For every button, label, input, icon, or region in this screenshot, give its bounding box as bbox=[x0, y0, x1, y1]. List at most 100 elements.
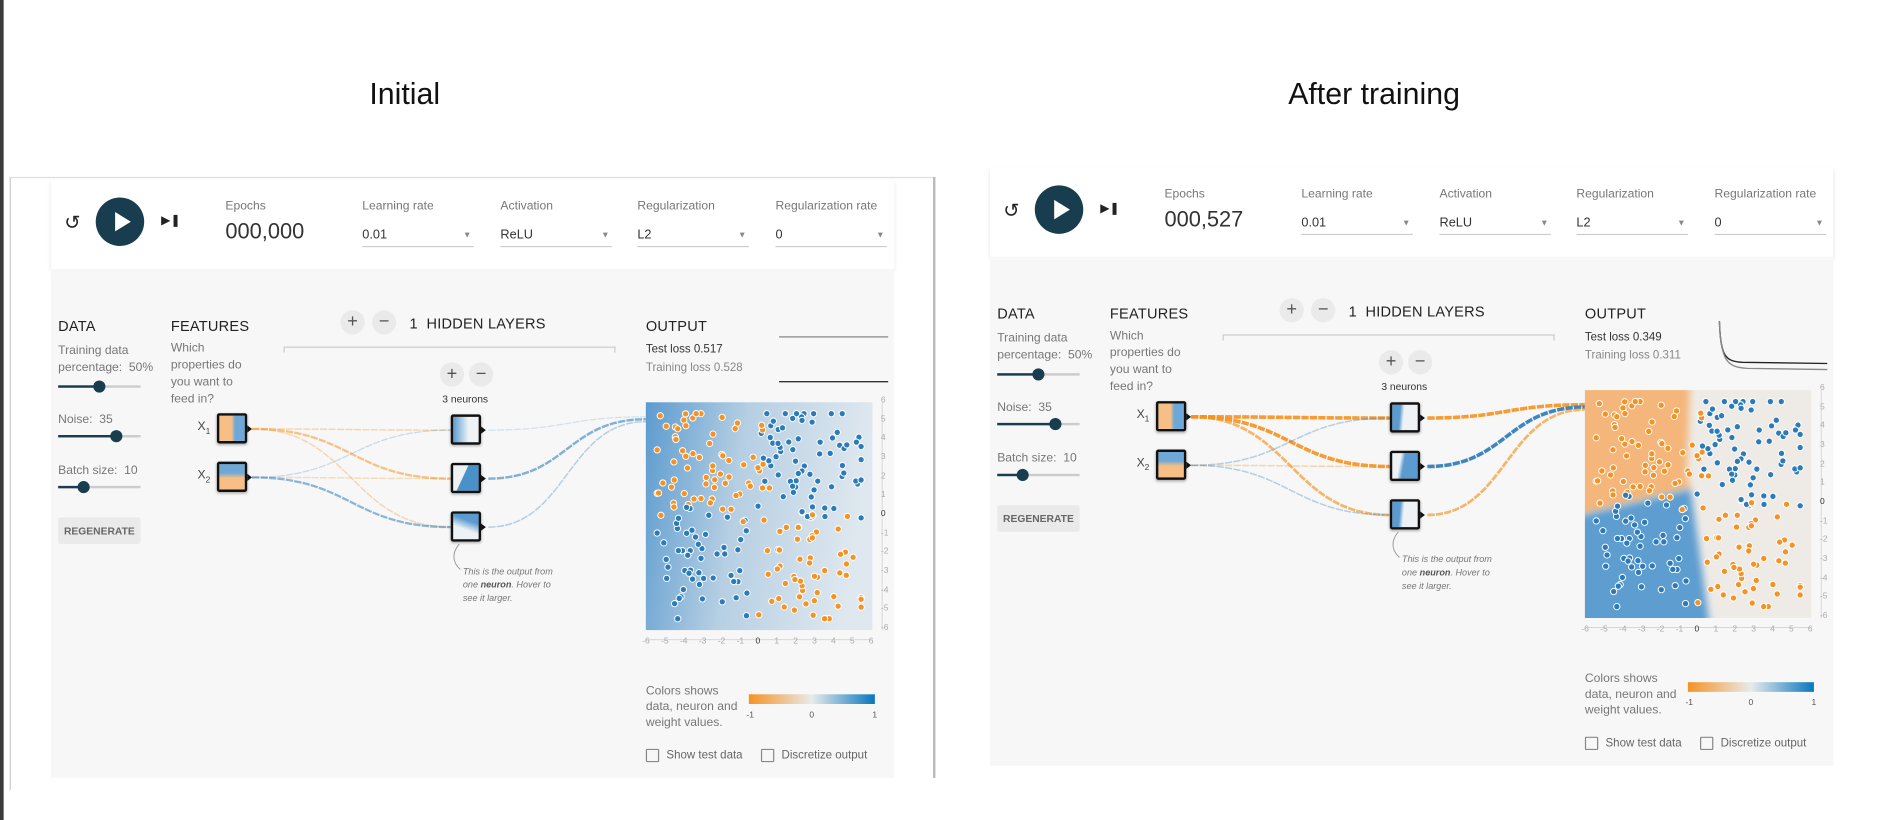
data-point bbox=[1713, 427, 1721, 435]
data-point bbox=[1728, 470, 1736, 478]
output-heading: OUTPUT bbox=[1584, 305, 1647, 323]
data-point bbox=[766, 433, 774, 442]
data-point bbox=[1717, 412, 1726, 420]
data-point bbox=[689, 450, 697, 458]
add-layer-button[interactable]: + bbox=[1279, 298, 1304, 323]
data-point bbox=[759, 460, 767, 468]
y-tick-label: -1 bbox=[1819, 516, 1828, 526]
data-point bbox=[1640, 518, 1649, 526]
data-point bbox=[706, 439, 714, 448]
discretize-output-checkbox[interactable] bbox=[1700, 736, 1714, 751]
y-tick-label: -6 bbox=[880, 624, 889, 633]
output-heatmap[interactable] bbox=[1584, 390, 1822, 629]
weight-link[interactable] bbox=[1191, 464, 1390, 516]
data-point bbox=[737, 536, 745, 544]
weight-link[interactable] bbox=[488, 418, 646, 480]
data-point bbox=[713, 550, 721, 558]
data-point bbox=[1671, 479, 1679, 488]
y-tick-label: -5 bbox=[880, 605, 889, 614]
show-test-data-checkbox[interactable] bbox=[645, 748, 660, 763]
x-tick-label: 4 bbox=[1770, 625, 1775, 634]
data-point bbox=[1747, 406, 1755, 414]
color-scale bbox=[1687, 682, 1814, 692]
add-neuron-button[interactable]: + bbox=[1378, 350, 1404, 375]
show-test-data-label: Show test data bbox=[666, 748, 743, 763]
data-point bbox=[740, 461, 748, 469]
data-point bbox=[1728, 476, 1737, 484]
layers-bracket bbox=[283, 346, 616, 353]
data-point bbox=[1749, 584, 1758, 593]
show-test-data-checkbox[interactable] bbox=[1584, 736, 1599, 751]
data-point bbox=[843, 441, 851, 449]
data-point bbox=[1679, 449, 1687, 457]
weight-link[interactable] bbox=[1427, 408, 1585, 517]
y-tick-label: 3 bbox=[1819, 441, 1825, 450]
remove-neuron-button[interactable]: − bbox=[1407, 350, 1433, 375]
data-point bbox=[698, 595, 707, 603]
data-point bbox=[672, 435, 680, 444]
data-point bbox=[857, 595, 865, 603]
output-heatmap[interactable] bbox=[645, 402, 883, 641]
hidden-neuron-1[interactable] bbox=[450, 414, 486, 445]
data-point bbox=[1655, 458, 1664, 466]
data-point bbox=[1760, 554, 1768, 563]
data-point bbox=[1693, 490, 1701, 498]
data-point bbox=[1648, 450, 1656, 458]
data-point bbox=[694, 540, 702, 548]
feature-node-x2[interactable] bbox=[216, 461, 253, 492]
remove-layer-button[interactable]: − bbox=[371, 310, 397, 335]
data-point bbox=[1714, 582, 1722, 591]
data-point bbox=[670, 458, 678, 466]
data-point bbox=[1737, 404, 1745, 412]
x-tick-label: 6 bbox=[868, 637, 874, 646]
data-point bbox=[1698, 448, 1706, 456]
output-heading: OUTPUT bbox=[645, 317, 708, 335]
data-point bbox=[1698, 442, 1707, 450]
data-point bbox=[857, 476, 865, 484]
data-point bbox=[1697, 409, 1705, 417]
data-point bbox=[695, 453, 703, 462]
weight-link[interactable] bbox=[252, 429, 451, 479]
data-point bbox=[706, 499, 715, 507]
add-layer-button[interactable]: + bbox=[340, 310, 365, 335]
add-neuron-button[interactable]: + bbox=[439, 362, 465, 387]
data-point bbox=[843, 512, 852, 521]
data-point bbox=[1628, 563, 1636, 571]
weight-link[interactable] bbox=[252, 476, 451, 529]
hidden-neuron-3[interactable] bbox=[450, 511, 486, 542]
data-point bbox=[1730, 563, 1738, 572]
x-tick-label: 5 bbox=[849, 637, 855, 646]
data-point bbox=[1618, 435, 1626, 443]
data-point bbox=[1634, 568, 1643, 576]
feature-node-x1[interactable] bbox=[1155, 401, 1192, 432]
data-point bbox=[719, 505, 727, 513]
data-point bbox=[653, 529, 661, 537]
title-after-training: After training bbox=[1288, 77, 1460, 112]
weight-link[interactable] bbox=[1427, 402, 1585, 420]
weight-link[interactable] bbox=[1191, 417, 1390, 467]
discretize-output-checkbox[interactable] bbox=[760, 748, 775, 763]
data-point bbox=[1728, 433, 1736, 442]
hidden-neuron-3[interactable] bbox=[1389, 499, 1425, 530]
data-point bbox=[667, 483, 676, 491]
data-point bbox=[1641, 461, 1649, 469]
discretize-output-label: Discretize output bbox=[1720, 736, 1807, 751]
data-point bbox=[1705, 421, 1713, 429]
feature-node-x1[interactable] bbox=[216, 413, 253, 444]
hidden-neuron-2[interactable] bbox=[1389, 450, 1425, 482]
hidden-neuron-1[interactable] bbox=[1389, 402, 1425, 433]
data-point bbox=[798, 416, 806, 425]
x-tick-label: 0 bbox=[755, 637, 761, 646]
data-point bbox=[1623, 539, 1631, 547]
data-point bbox=[1767, 422, 1776, 430]
data-point bbox=[1741, 588, 1749, 596]
data-point bbox=[1711, 440, 1719, 449]
weight-link[interactable] bbox=[488, 420, 646, 528]
remove-layer-button[interactable]: − bbox=[1311, 298, 1336, 323]
data-point bbox=[774, 471, 782, 479]
data-point bbox=[1629, 483, 1637, 491]
remove-neuron-button[interactable]: − bbox=[468, 362, 494, 387]
feature-node-x2[interactable] bbox=[1155, 449, 1192, 480]
weight-link[interactable] bbox=[488, 416, 646, 431]
hidden-neuron-2[interactable] bbox=[450, 462, 486, 494]
